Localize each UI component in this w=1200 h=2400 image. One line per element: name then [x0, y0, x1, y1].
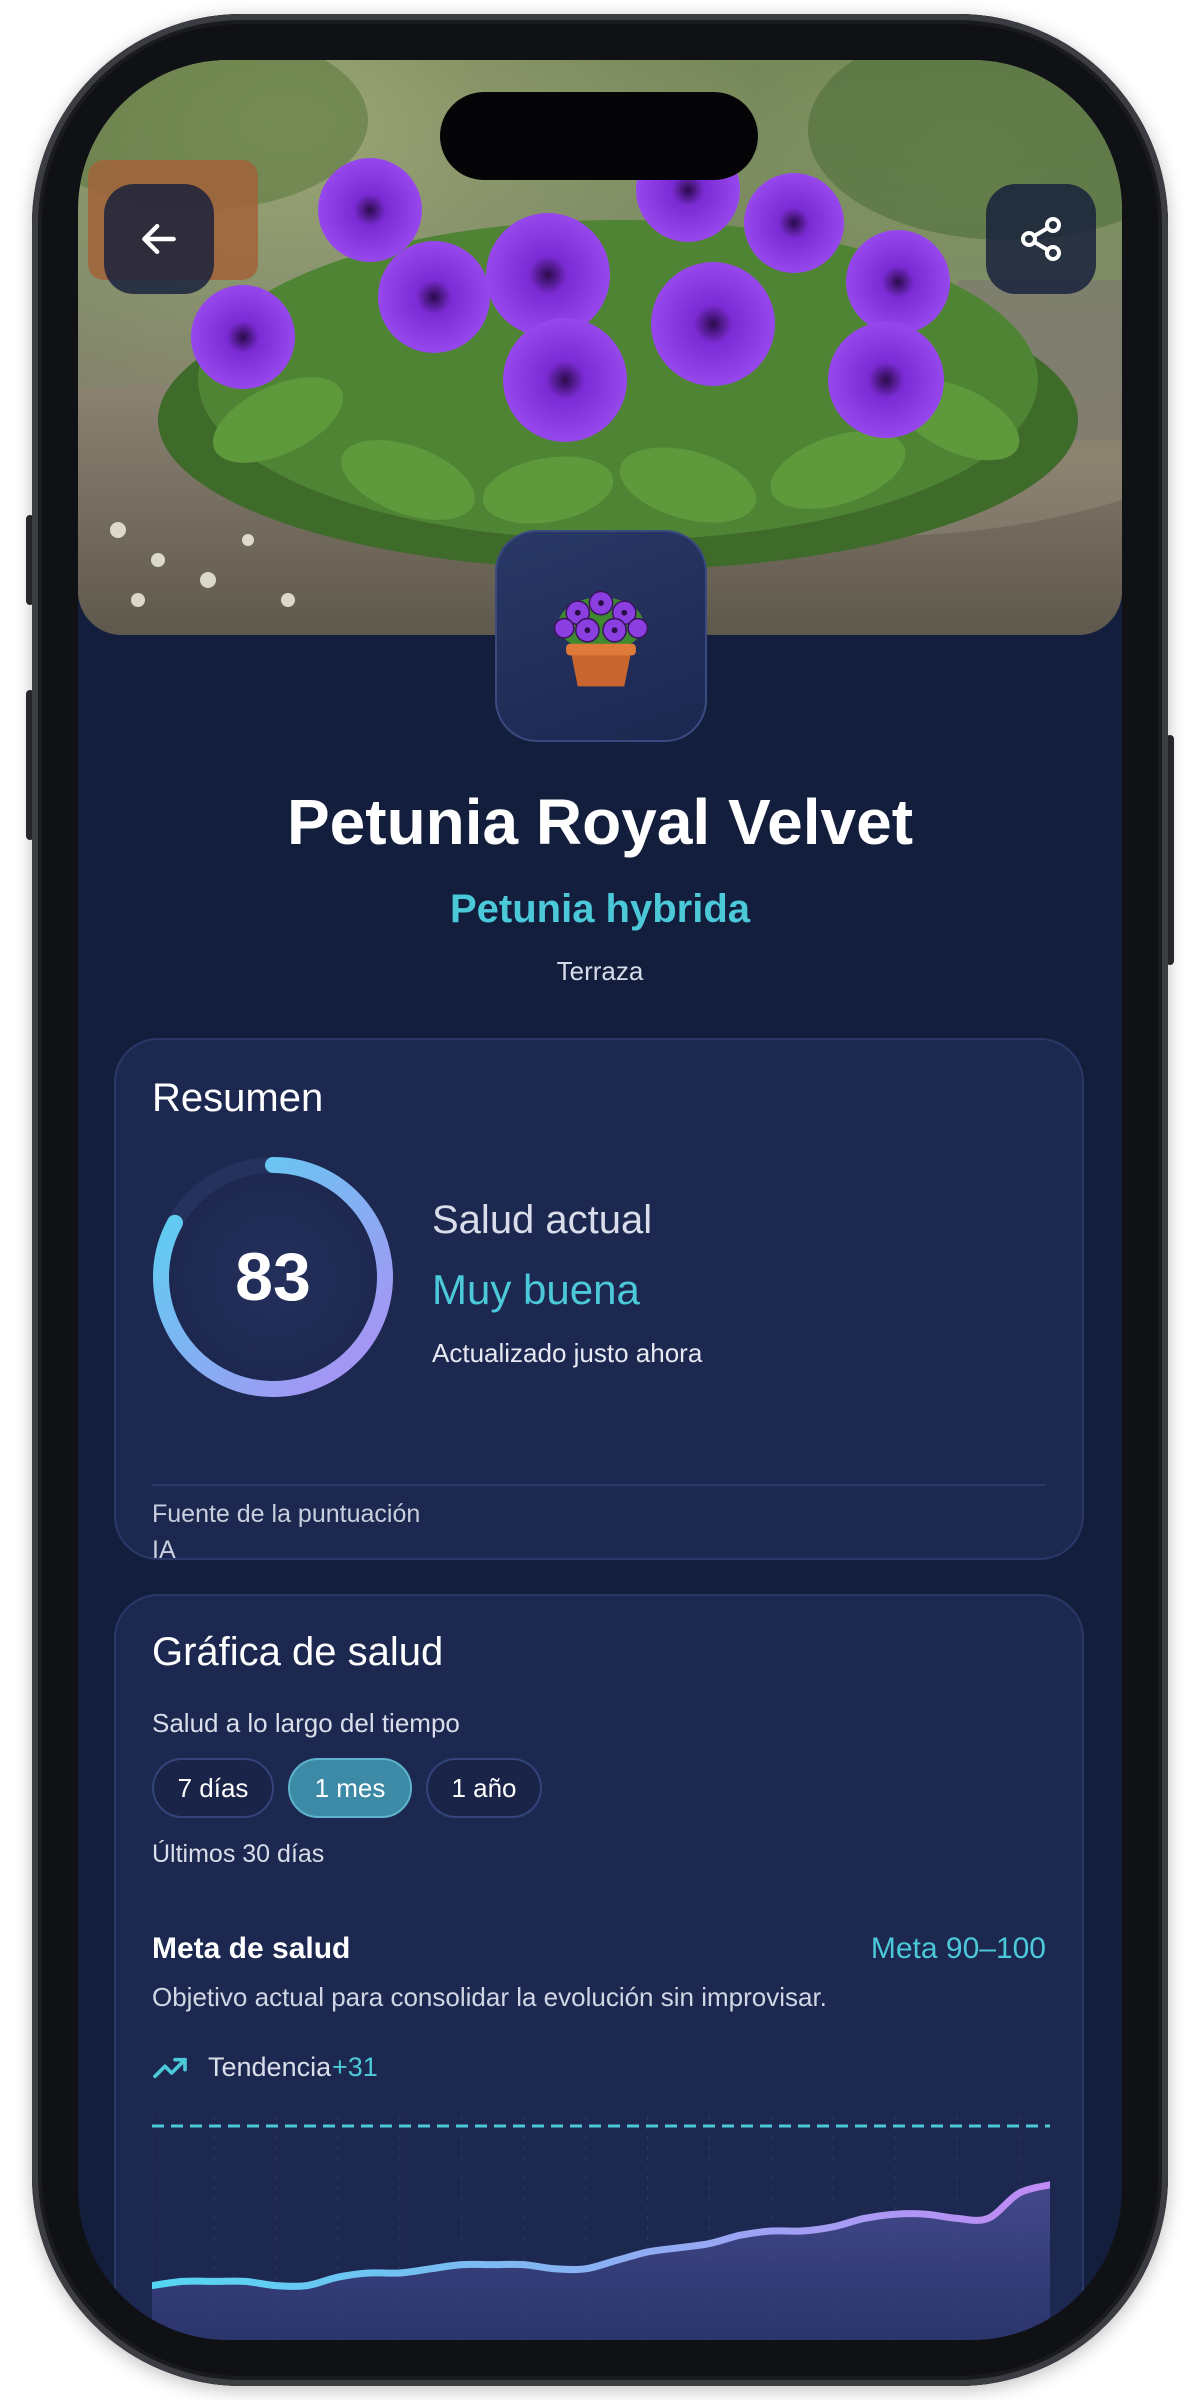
trend-label: Tendencia [208, 2052, 332, 2082]
goal-range: Meta 90–100 [870, 1932, 1046, 1965]
goal-title: Meta de salud [152, 1932, 351, 1965]
trending-up-icon [153, 2057, 187, 2079]
health-chart-title: Gráfica de salud [152, 1630, 444, 1674]
share-icon [1021, 217, 1061, 261]
range-pill-1-year[interactable]: 1 año [426, 1758, 542, 1818]
health-chart-card: Gráfica de salud Salud a lo largo del ti… [114, 1594, 1084, 2340]
summary-title: Resumen [152, 1076, 324, 1120]
range-caption: Últimos 30 días [152, 1840, 325, 1868]
health-score-ring: 83 [148, 1152, 398, 1402]
range-pill-1-month[interactable]: 1 mes [288, 1758, 412, 1818]
health-status: Muy buena [432, 1266, 640, 1313]
health-score-value: 83 [235, 1239, 311, 1315]
arrow-left-icon [142, 223, 176, 255]
plant-avatar [495, 530, 707, 742]
plant-scientific-name: Petunia hybrida [449, 887, 751, 931]
back-button[interactable] [104, 184, 214, 294]
dynamic-island [440, 92, 758, 180]
trend-value: +31 [332, 2052, 378, 2082]
score-source-value: IA [152, 1536, 176, 1564]
plant-location: Terraza [556, 956, 644, 986]
health-label: Salud actual [432, 1198, 653, 1242]
summary-card: Resumen 83 Salud actual Muy buena Actual… [114, 1038, 1084, 1564]
potted-plant-icon [553, 590, 649, 687]
summary-divider [152, 1484, 1046, 1486]
plant-name: Petunia Royal Velvet [286, 786, 914, 858]
health-chart-subtitle: Salud a lo largo del tiempo [152, 1708, 460, 1738]
health-updated: Actualizado justo ahora [432, 1338, 703, 1368]
health-chart-plot [152, 2116, 1050, 2340]
share-button[interactable] [986, 184, 1096, 294]
goal-description: Objetivo actual para consolidar la evolu… [152, 1982, 827, 2012]
app-screen: Petunia Royal Velvet Petunia hybrida Ter… [78, 60, 1122, 2340]
range-pill-7-days[interactable]: 7 días [152, 1758, 274, 1818]
score-source-label: Fuente de la puntuación [152, 1500, 421, 1528]
